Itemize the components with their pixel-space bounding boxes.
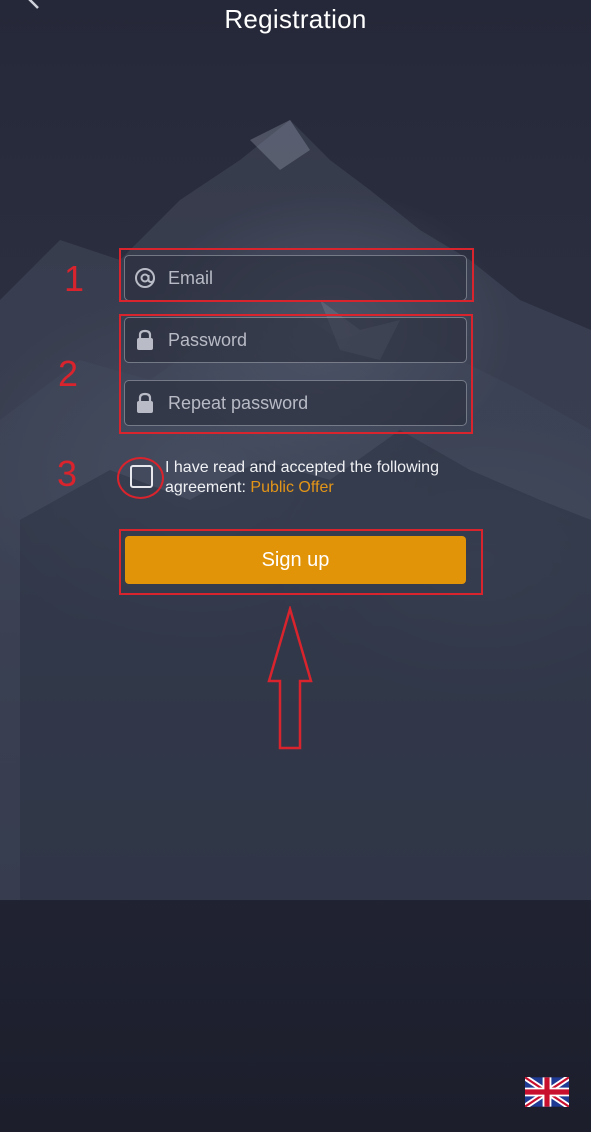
email-field[interactable] xyxy=(124,255,467,301)
annotation-circle-3 xyxy=(117,457,164,499)
password-input[interactable] xyxy=(168,329,458,351)
repeat-password-field[interactable] xyxy=(124,380,467,426)
signup-button[interactable]: Sign up xyxy=(125,536,466,584)
annotation-number-2: 2 xyxy=(58,353,79,394)
mountain-background-image xyxy=(0,120,591,900)
annotation-number-1: 1 xyxy=(64,258,85,299)
page-title: Registration xyxy=(224,4,367,34)
uk-flag-icon[interactable] xyxy=(525,1077,569,1107)
public-offer-link[interactable]: Public Offer xyxy=(250,479,333,496)
lock-icon xyxy=(134,392,156,414)
email-input[interactable] xyxy=(168,267,458,289)
at-sign-icon xyxy=(134,267,156,289)
annotation-up-arrow-icon xyxy=(267,606,313,750)
annotation-number-3: 3 xyxy=(57,453,78,494)
password-field[interactable] xyxy=(124,317,467,363)
agreement-text: I have read and accepted the following a… xyxy=(165,458,485,498)
repeat-password-input[interactable] xyxy=(168,392,458,414)
lock-icon xyxy=(134,329,156,351)
